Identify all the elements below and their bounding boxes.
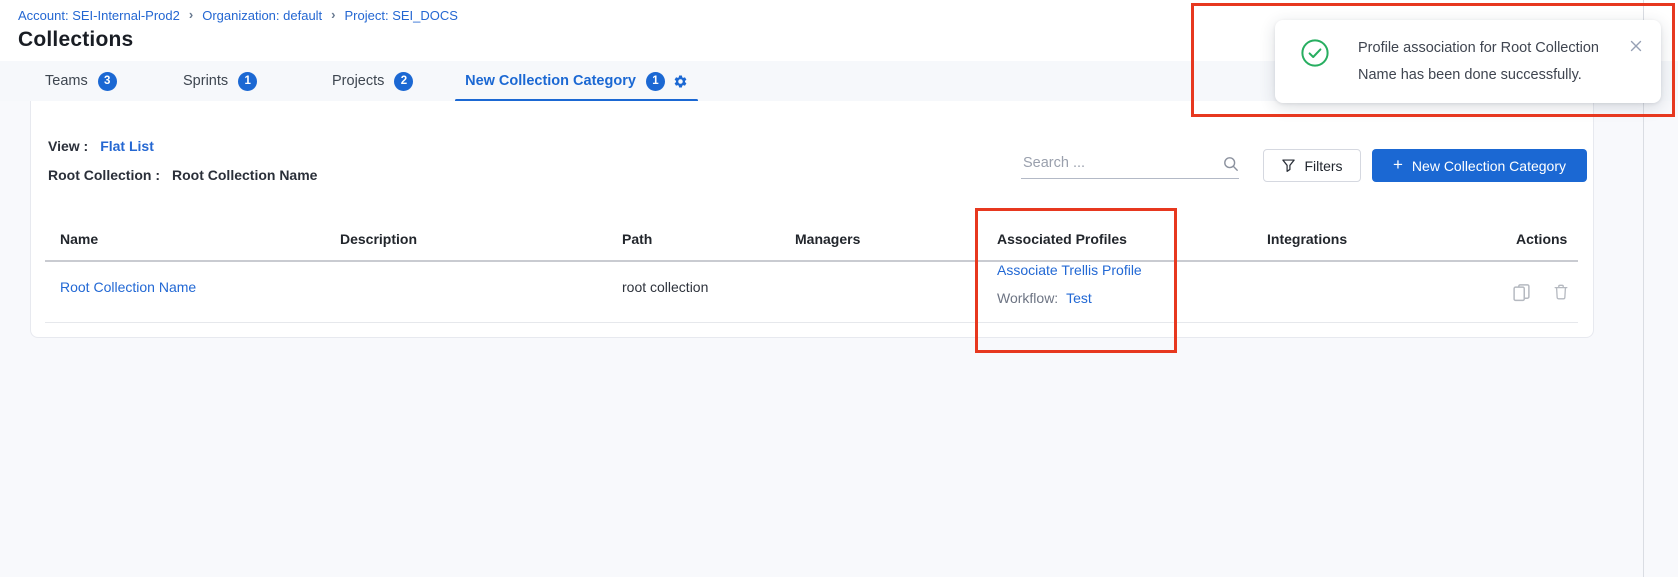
row-path: root collection	[622, 279, 708, 295]
breadcrumb: Account: SEI-Internal-Prod2 › Organizati…	[18, 8, 458, 23]
table-row-divider	[45, 322, 1578, 323]
tab-new-collection-category[interactable]: New Collection Category 1	[455, 61, 698, 101]
view-row: View : Flat List	[48, 138, 154, 154]
row-name-link[interactable]: Root Collection Name	[60, 279, 196, 295]
search-field	[1021, 149, 1239, 179]
filter-funnel-icon	[1281, 158, 1296, 173]
breadcrumb-organization-link[interactable]: Organization: default	[202, 8, 322, 23]
toast-message: Profile association for Root Collection …	[1358, 35, 1630, 89]
tab-new-collection-category-count-badge: 1	[646, 72, 665, 91]
tab-projects-count-badge: 2	[394, 72, 413, 91]
breadcrumb-project-link[interactable]: Project: SEI_DOCS	[345, 8, 458, 23]
breadcrumb-account-link[interactable]: Account: SEI-Internal-Prod2	[18, 8, 180, 23]
column-header-integrations: Integrations	[1267, 231, 1347, 247]
table-header-divider	[45, 260, 1578, 262]
chevron-right-icon: ›	[331, 7, 335, 22]
column-header-actions: Actions	[1516, 231, 1567, 247]
tab-teams-label: Teams	[45, 73, 88, 89]
page-title: Collections	[18, 28, 133, 52]
column-header-path: Path	[622, 231, 652, 247]
success-check-icon	[1300, 38, 1330, 68]
collections-page: Account: SEI-Internal-Prod2 › Organizati…	[0, 0, 1678, 577]
tab-teams-count-badge: 3	[98, 72, 117, 91]
view-label: View :	[48, 138, 88, 154]
column-header-description: Description	[340, 231, 417, 247]
plus-icon: +	[1393, 156, 1403, 173]
delete-trash-icon[interactable]	[1552, 283, 1570, 301]
collections-panel: View : Flat List Root Collection : Root …	[30, 101, 1594, 338]
tab-new-collection-category-label: New Collection Category	[465, 73, 636, 89]
tab-sprints-label: Sprints	[183, 73, 228, 89]
filters-button-label: Filters	[1304, 158, 1342, 174]
gear-icon[interactable]	[673, 74, 688, 89]
search-input[interactable]	[1021, 155, 1223, 173]
new-collection-category-button[interactable]: + New Collection Category	[1372, 149, 1587, 182]
workflow-test-link[interactable]: Test	[1066, 290, 1092, 306]
root-collection-label: Root Collection :	[48, 167, 160, 183]
filters-button[interactable]: Filters	[1263, 149, 1361, 182]
tab-projects[interactable]: Projects 2	[332, 61, 413, 101]
associate-trellis-profile-link[interactable]: Associate Trellis Profile	[997, 262, 1142, 278]
root-collection-row: Root Collection : Root Collection Name	[48, 167, 317, 183]
tab-sprints[interactable]: Sprints 1	[183, 61, 257, 101]
column-header-managers: Managers	[795, 231, 860, 247]
flat-list-link[interactable]: Flat List	[100, 138, 154, 154]
column-header-associated-profiles: Associated Profiles	[997, 231, 1127, 247]
workflow-cell: Workflow: Test	[997, 290, 1092, 306]
new-collection-category-button-label: New Collection Category	[1412, 158, 1566, 174]
root-collection-value: Root Collection Name	[172, 167, 317, 183]
copy-icon[interactable]	[1512, 283, 1531, 302]
chevron-right-icon: ›	[189, 7, 193, 22]
toast-close-icon[interactable]	[1629, 39, 1643, 53]
search-icon	[1223, 156, 1239, 172]
workflow-label: Workflow:	[997, 290, 1058, 306]
tab-projects-label: Projects	[332, 73, 384, 89]
tab-sprints-count-badge: 1	[238, 72, 257, 91]
column-header-name: Name	[60, 231, 98, 247]
tab-teams[interactable]: Teams 3	[45, 61, 117, 101]
success-toast: Profile association for Root Collection …	[1275, 20, 1661, 103]
